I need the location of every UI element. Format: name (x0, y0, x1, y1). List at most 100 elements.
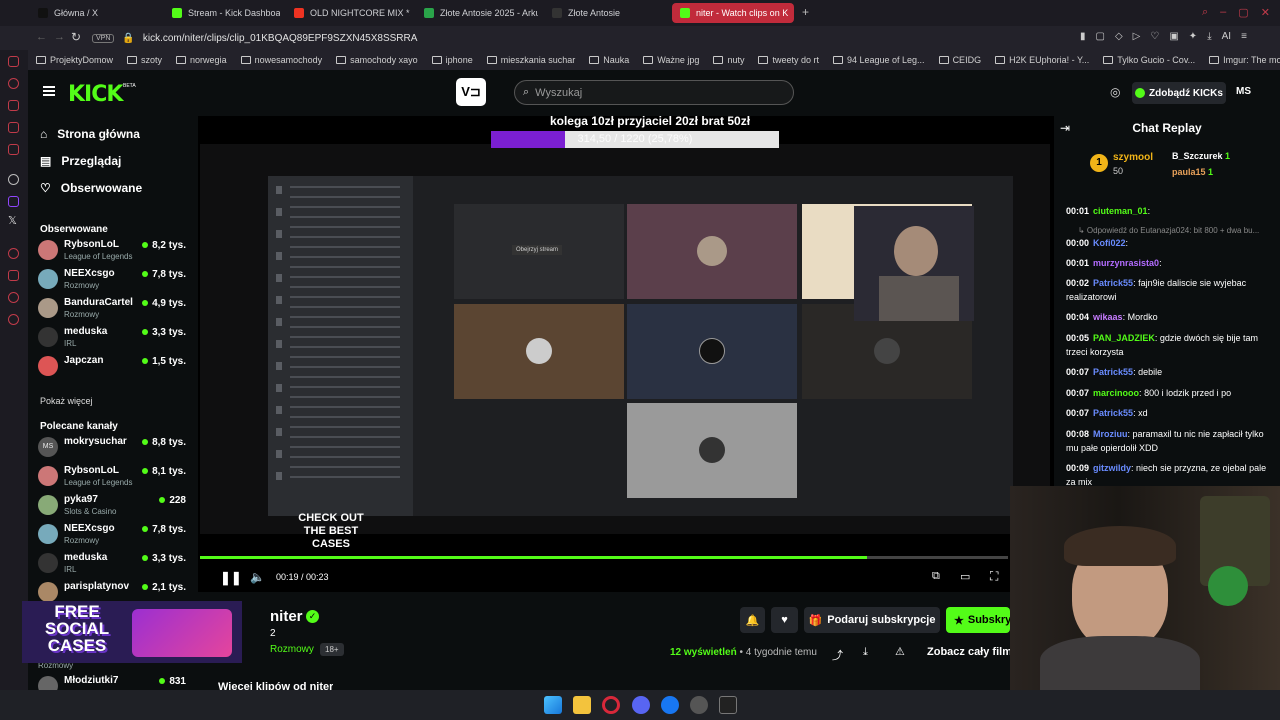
message-user[interactable]: gitzwildy (1093, 463, 1131, 473)
nav-following[interactable]: ♡ Obserwowane (40, 181, 142, 195)
message-user[interactable]: marcinooo (1093, 388, 1139, 398)
channel-item[interactable]: NEEXcsgo Rozmowy 7,8 tys. (38, 266, 188, 294)
pause-icon[interactable]: ❚❚ (220, 570, 242, 586)
notifications-icon[interactable]: ◎ (1110, 85, 1120, 99)
rail-messenger-icon[interactable] (8, 122, 19, 133)
watch-full-button[interactable]: Zobacz cały film (927, 646, 1012, 658)
bookmark-icon[interactable]: ▮ (1080, 31, 1086, 42)
minimize-icon[interactable]: – (1220, 6, 1226, 19)
facebook-icon[interactable] (661, 696, 679, 714)
browser-tab[interactable]: Złote Antosie 2025 - Arku (416, 3, 538, 23)
vpn-badge[interactable]: VPN (92, 33, 115, 43)
theater-icon[interactable]: ▭ (960, 570, 970, 583)
bookmark-item[interactable]: Nauka (589, 55, 629, 65)
browser-tab[interactable]: OLD NIGHTCORE MIX *20 (286, 3, 410, 23)
rail-x-icon[interactable]: 𝕏 (8, 214, 17, 227)
video-player[interactable]: Obejrzyj stream CHECK OUT THE BEST CASES (198, 116, 1054, 592)
nav-home[interactable]: ⌂ Strona główna (40, 127, 140, 141)
rail-home-icon[interactable] (8, 56, 19, 67)
rail-bag-icon[interactable] (8, 100, 19, 111)
user-avatar[interactable]: MS (1236, 86, 1251, 97)
cube-icon[interactable]: ▣ (1169, 31, 1178, 42)
channel-item[interactable]: Japczan 1,5 tys. (38, 353, 188, 381)
gift-subscription-button[interactable]: 🎁 Podaruj subskrypcje (804, 607, 940, 633)
rail-chatgpt-icon[interactable] (8, 174, 19, 185)
message-user[interactable]: murzynrasista0 (1093, 258, 1159, 268)
bookmark-item[interactable]: 94 League of Leg... (832, 55, 925, 65)
channel-item[interactable]: meduska IRL 3,3 tys. (38, 550, 188, 578)
download-icon[interactable]: ⤓ (1207, 31, 1211, 42)
back-icon[interactable]: ← (36, 31, 47, 43)
file-explorer-icon[interactable] (573, 696, 591, 714)
bookmark-item[interactable]: szoty (127, 55, 162, 65)
bookmark-item[interactable]: Ważne jpg (643, 55, 699, 65)
message-user[interactable]: Mroziuu (1093, 429, 1128, 439)
rail-settings-icon[interactable] (8, 314, 19, 325)
channel-item[interactable]: NEEXcsgo Rozmowy 7,8 tys. (38, 521, 188, 549)
channel-item[interactable]: pyka97 Slots & Casino 228 (38, 492, 188, 520)
show-more-link[interactable]: Pokaż więcej (40, 396, 93, 406)
download-icon[interactable]: ⤓ (863, 646, 868, 659)
channel-item[interactable]: meduska IRL 3,3 tys. (38, 324, 188, 352)
channel-item[interactable]: MS mokrysuchar 8,8 tys. (38, 434, 188, 462)
forward-icon[interactable]: → (54, 31, 65, 43)
opera-browser-icon[interactable] (602, 696, 620, 714)
channel-item[interactable]: BanduraCartel Rozmowy 4,9 tys. (38, 295, 188, 323)
ai-button[interactable]: AI (1222, 31, 1231, 42)
video-progress-bar[interactable] (200, 556, 1008, 559)
category-link[interactable]: Rozmowy (270, 644, 314, 655)
shield-icon[interactable]: ◇ (1115, 31, 1123, 42)
share-icon[interactable]: ⤴ (832, 647, 843, 663)
bookmark-item[interactable]: H2K EUphoria! - Y... (995, 55, 1089, 65)
windows-start-icon[interactable] (544, 696, 562, 714)
browser-tab[interactable]: niter - Watch clips on K (672, 3, 794, 23)
maximize-icon[interactable]: ▢ (1238, 6, 1248, 19)
top-gifter-3-name[interactable]: paula15 1 (1172, 167, 1213, 177)
url-text[interactable]: kick.com/niter/clips/clip_01KBQAQ89EPF9S… (143, 33, 418, 44)
rail-opera-icon[interactable] (8, 78, 19, 89)
close-icon[interactable]: ✕ (1261, 6, 1270, 19)
bookmark-item[interactable]: CEIDG (938, 55, 981, 65)
channel-item[interactable]: RybsonLoL League of Legends 8,1 tys. (38, 463, 188, 491)
reload-icon[interactable]: ↻ (71, 30, 81, 44)
subscribe-button[interactable]: ★ Subskry (946, 607, 1010, 633)
pip-icon[interactable]: ⧉ (932, 570, 940, 583)
follow-button[interactable]: ♥ (771, 607, 798, 633)
rail-mail-icon[interactable] (8, 144, 19, 155)
bookmark-item[interactable]: ProjektyDomow (36, 55, 113, 65)
bookmark-item[interactable]: nowesamochody (240, 55, 322, 65)
rail-twitch-icon[interactable] (8, 196, 19, 207)
browser-tab[interactable]: Główna / X (30, 3, 158, 23)
volume-icon[interactable]: 🔈 (250, 570, 265, 584)
bookmark-item[interactable]: Imgur: The most a... (1209, 55, 1280, 65)
channel-item-bottom[interactable]: Młodziutki7 831 (38, 673, 188, 690)
menu-icon[interactable]: ≡ (1241, 31, 1247, 42)
message-user[interactable]: Kofi022 (1093, 238, 1126, 248)
top-gifter-name[interactable]: szymool (1113, 152, 1153, 163)
steam-icon[interactable] (690, 696, 708, 714)
new-tab-icon[interactable]: + (802, 5, 809, 19)
bookmark-item[interactable]: mieszkania suchar (486, 55, 575, 65)
play-icon[interactable]: ▷ (1133, 31, 1141, 42)
bookmark-item[interactable]: samochody xayo (336, 55, 418, 65)
fullscreen-icon[interactable]: ⛶ (990, 569, 998, 584)
message-user[interactable]: Patrick55 (1093, 367, 1133, 377)
partner-logo[interactable]: V⊐ (456, 78, 486, 106)
rail-box-icon[interactable] (8, 270, 19, 281)
address-bar[interactable]: VPN 🔒 kick.com/niter/clips/clip_01KBQAQ8… (92, 29, 1062, 47)
top-gifter-2-name[interactable]: B_Szczurek 1 (1172, 151, 1230, 161)
heart-icon[interactable]: ♡ (1150, 31, 1159, 42)
rail-clock-icon[interactable] (8, 248, 19, 259)
discord-icon[interactable] (632, 696, 650, 714)
extensions-icon[interactable]: ✦ (1189, 31, 1197, 42)
bookmark-item[interactable]: iphone (431, 55, 473, 65)
message-user[interactable]: Patrick55 (1093, 408, 1133, 418)
channel-item[interactable]: RybsonLoL League of Legends 8,2 tys. (38, 237, 188, 265)
bookmark-item[interactable]: nuty (713, 55, 744, 65)
browser-tab[interactable]: Złote Antosie (544, 3, 664, 23)
bookmark-item[interactable]: tweety do rt (758, 55, 819, 65)
search-icon[interactable]: ⌕ (1202, 6, 1208, 19)
ad-banner[interactable]: FREE SOCIAL CASES (22, 601, 242, 663)
kick-logo[interactable]: KICK (68, 82, 123, 107)
message-user[interactable]: ciuteman_01 (1093, 206, 1148, 216)
